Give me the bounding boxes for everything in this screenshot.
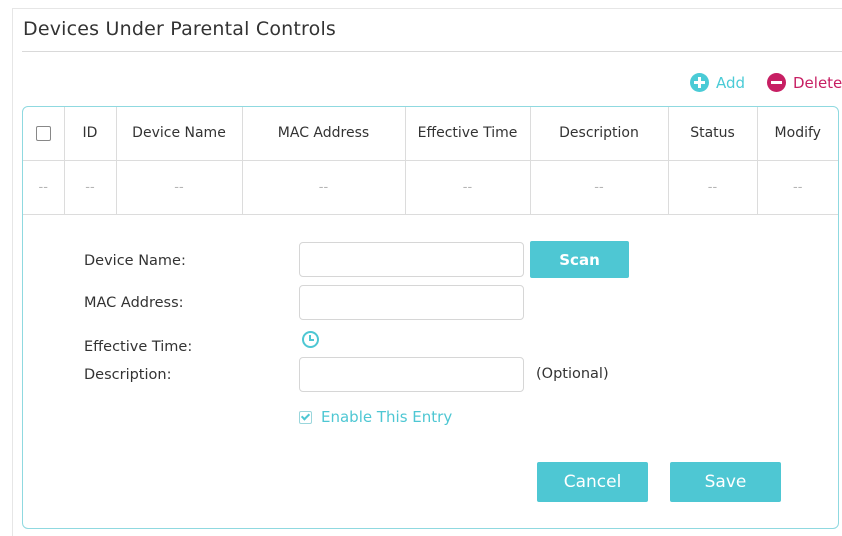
table-cell: -- (64, 160, 117, 215)
column-header-description: Description (530, 107, 669, 161)
cancel-button[interactable]: Cancel (537, 462, 648, 502)
scan-button[interactable]: Scan (530, 241, 629, 278)
enable-entry-checkbox[interactable]: Enable This Entry (299, 408, 452, 426)
title-divider (22, 51, 842, 52)
checkbox-checked-icon (299, 410, 312, 424)
save-button[interactable]: Save (670, 462, 781, 502)
column-header-effective-time: Effective Time (405, 107, 531, 161)
delete-button-label: Delete (793, 73, 842, 92)
minus-circle-icon (767, 73, 786, 92)
plus-circle-icon (690, 73, 709, 92)
clock-icon[interactable] (302, 331, 319, 348)
mac-address-label: MAC Address: (84, 295, 184, 311)
description-label: Description: (84, 367, 172, 383)
add-button-label: Add (716, 73, 746, 92)
column-header-id: ID (64, 107, 117, 161)
table-cell: -- (668, 160, 758, 215)
device-name-label: Device Name: (84, 253, 186, 269)
optional-note: (Optional) (536, 366, 609, 382)
effective-time-label: Effective Time: (84, 339, 193, 355)
devices-panel: ID Device Name MAC Address Effective Tim… (22, 106, 839, 529)
table-header-row: ID Device Name MAC Address Effective Tim… (23, 107, 838, 161)
column-header-device-name: Device Name (116, 107, 243, 161)
mac-address-input[interactable] (299, 285, 524, 320)
devices-table: ID Device Name MAC Address Effective Tim… (23, 107, 838, 215)
table-cell: -- (23, 160, 65, 215)
column-header-status: Status (668, 107, 758, 161)
select-all-checkbox[interactable] (35, 125, 51, 141)
table-cell: -- (242, 160, 406, 215)
select-all-header (23, 107, 65, 161)
description-input[interactable] (299, 357, 524, 392)
table-cell: -- (405, 160, 531, 215)
table-cell: -- (530, 160, 669, 215)
table-cell: -- (757, 160, 838, 215)
enable-entry-label: Enable This Entry (321, 408, 453, 426)
table-cell: -- (116, 160, 243, 215)
delete-button[interactable]: Delete (767, 73, 842, 92)
column-header-mac-address: MAC Address (242, 107, 406, 161)
column-header-modify: Modify (757, 107, 838, 161)
page-border-left (12, 8, 13, 536)
page-border-top (12, 8, 842, 9)
add-button[interactable]: Add (690, 73, 745, 92)
device-name-input[interactable] (299, 242, 524, 277)
section-title: Devices Under Parental Controls (23, 18, 337, 40)
parental-controls-page: Devices Under Parental Controls Add Dele… (0, 0, 842, 536)
table-row: -- -- -- -- -- -- -- -- (23, 160, 838, 215)
